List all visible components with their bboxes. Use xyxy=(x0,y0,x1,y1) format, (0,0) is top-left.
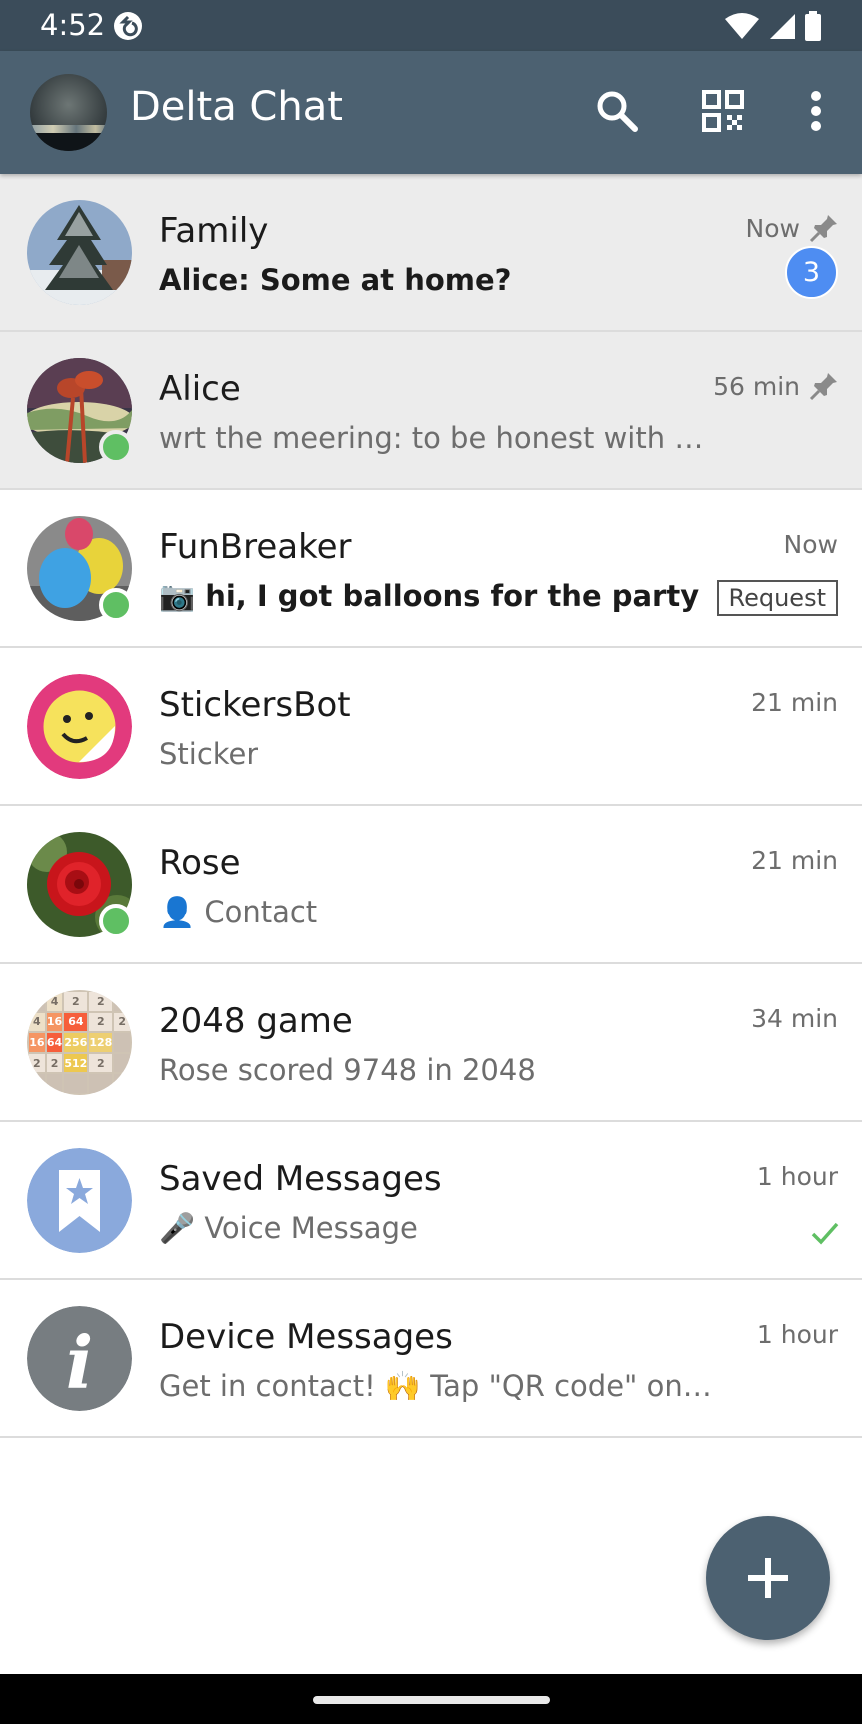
chat-item-alice[interactable]: Alice wrt the meering: to be honest with… xyxy=(0,332,862,490)
tile-2048: 2 xyxy=(64,992,88,1011)
navigation-bar xyxy=(0,1674,862,1724)
more-options-icon xyxy=(811,91,821,131)
chat-preview: Sticker xyxy=(159,737,259,771)
chat-name: 2048 game xyxy=(159,1001,353,1041)
app-bar: Delta Chat xyxy=(0,51,862,174)
tile-2048: 512 xyxy=(64,1053,88,1073)
microphone-icon: 🎤 xyxy=(159,1211,196,1245)
chat-avatar-saved-messages xyxy=(27,1148,132,1253)
wifi-icon xyxy=(725,13,759,39)
chat-list: Family Alice: Some at home? Now 3 Alice … xyxy=(0,174,862,1438)
plus-icon xyxy=(748,1558,788,1598)
online-indicator xyxy=(99,430,133,464)
tile-2048 xyxy=(29,1074,45,1093)
chat-preview-text: Voice Message xyxy=(204,1211,418,1245)
chat-name: Family xyxy=(159,211,269,251)
chat-preview-text: hi, I got balloons for the party xyxy=(205,579,700,613)
signal-icon xyxy=(770,14,795,39)
chat-time: 21 min xyxy=(751,688,838,717)
camera-icon: 📷 xyxy=(159,579,196,613)
chat-time: 1 hour xyxy=(756,1162,838,1191)
chat-time: 56 min xyxy=(713,372,800,401)
tile-2048 xyxy=(64,1074,88,1093)
chat-preview: Alice: Some at home? xyxy=(159,263,512,297)
tile-2048 xyxy=(89,1074,113,1093)
tile-2048: 128 xyxy=(89,1033,113,1052)
chat-item-saved-messages[interactable]: Saved Messages 🎤 Voice Message 1 hour xyxy=(0,1122,862,1280)
chat-time: Now xyxy=(745,214,800,243)
tile-2048 xyxy=(114,1033,130,1052)
chat-item-stickersbot[interactable]: StickersBot Sticker 21 min xyxy=(0,648,862,806)
search-icon xyxy=(597,91,638,132)
tile-2048: 16 xyxy=(29,1033,45,1052)
tile-2048: 4 xyxy=(29,1012,45,1032)
more-options-button[interactable] xyxy=(784,79,848,143)
chat-avatar-device-messages: i xyxy=(27,1306,132,1411)
status-icons xyxy=(724,10,822,42)
contact-icon: 👤 xyxy=(159,895,196,929)
online-indicator xyxy=(99,904,133,938)
tile-2048 xyxy=(114,992,130,1011)
tile-2048: 2 xyxy=(89,1012,113,1032)
chat-name: FunBreaker xyxy=(159,527,352,567)
chat-item-funbreaker[interactable]: FunBreaker 📷 hi, I got balloons for the … xyxy=(0,490,862,648)
tile-2048 xyxy=(46,1074,63,1093)
tile-2048: 2 xyxy=(29,1053,45,1073)
chat-time: Now xyxy=(783,530,838,559)
chat-time: 1 hour xyxy=(756,1320,838,1349)
tile-2048: 2 xyxy=(114,1012,130,1032)
tile-2048: 16 xyxy=(46,1012,63,1032)
home-indicator[interactable] xyxy=(313,1696,550,1704)
tile-2048: 64 xyxy=(64,1012,88,1032)
chat-item-2048-game[interactable]: 4 2 2 4 16 64 2 2 16 64 256 128 2 2 512 2 2048 game Ros… xyxy=(0,964,862,1122)
chat-preview: wrt the meering: to be honest with … xyxy=(159,421,704,455)
tile-2048 xyxy=(114,1053,130,1073)
chat-item-family[interactable]: Family Alice: Some at home? Now 3 xyxy=(0,174,862,332)
tile-2048 xyxy=(29,992,45,1011)
chat-preview: 👤 Contact xyxy=(159,895,317,930)
tile-2048: 2 xyxy=(89,992,113,1011)
search-button[interactable] xyxy=(585,79,649,143)
chat-preview: 📷 hi, I got balloons for the party xyxy=(159,579,699,614)
new-chat-button[interactable] xyxy=(706,1516,830,1640)
chat-preview: Get in contact! 🙌 Tap "QR code" on th… xyxy=(159,1369,719,1403)
pin-icon xyxy=(809,373,837,401)
profile-avatar[interactable] xyxy=(30,74,107,151)
chat-name: Alice xyxy=(159,369,241,409)
chat-item-device-messages[interactable]: i Device Messages Get in contact! 🙌 Tap … xyxy=(0,1280,862,1438)
chat-avatar-family xyxy=(27,200,132,305)
status-time: 4:52 xyxy=(40,8,106,42)
battery-icon xyxy=(805,11,821,41)
chat-preview-text: Contact xyxy=(204,895,318,929)
app-notification-icon xyxy=(114,12,142,40)
qr-code-icon xyxy=(702,90,744,132)
chat-time: 34 min xyxy=(751,1004,838,1033)
online-indicator xyxy=(99,588,133,622)
qr-code-button[interactable] xyxy=(691,79,755,143)
tile-2048: 2 xyxy=(46,1053,63,1073)
chat-name: Rose xyxy=(159,843,241,883)
chat-name: Saved Messages xyxy=(159,1159,442,1199)
request-tag: Request xyxy=(716,580,838,616)
tile-2048: 4 xyxy=(46,992,63,1011)
svg-text:i: i xyxy=(66,1320,93,1405)
chat-preview: 🎤 Voice Message xyxy=(159,1211,418,1246)
app-title: Delta Chat xyxy=(130,84,343,130)
delivered-check-icon xyxy=(811,1222,839,1245)
tile-2048: 64 xyxy=(46,1033,63,1052)
chat-avatar-2048-game: 4 2 2 4 16 64 2 2 16 64 256 128 2 2 512 2 xyxy=(27,990,132,1095)
tile-2048: 2 xyxy=(89,1053,113,1073)
chat-item-rose[interactable]: Rose 👤 Contact 21 min xyxy=(0,806,862,964)
chat-name: Device Messages xyxy=(159,1317,453,1357)
unread-count-badge: 3 xyxy=(785,246,838,299)
pin-icon xyxy=(809,215,837,243)
tile-2048 xyxy=(114,1074,130,1093)
tile-2048: 256 xyxy=(64,1033,88,1052)
status-bar: 4:52 xyxy=(0,0,862,51)
chat-avatar-stickersbot xyxy=(27,674,132,779)
chat-name: StickersBot xyxy=(159,685,351,725)
chat-preview: Rose scored 9748 in 2048 xyxy=(159,1053,536,1087)
chat-time: 21 min xyxy=(751,846,838,875)
